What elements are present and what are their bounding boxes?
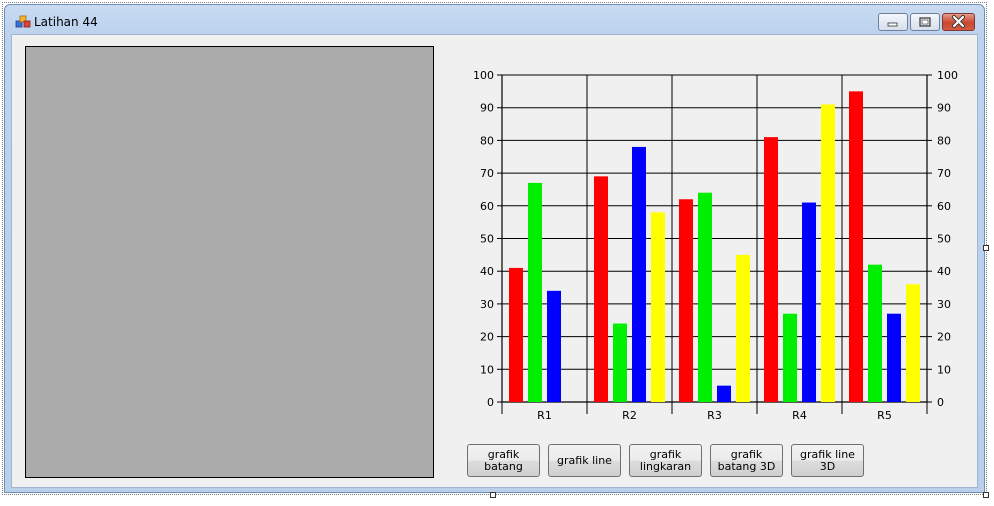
form-client-area: 0 0 10 10 20 20 30 30 40 40 50 50 60 60 70 70 80 80 90 90 10… <box>11 34 978 488</box>
y-tick-label-right: 100 <box>937 69 958 82</box>
y-tick-label-right: 90 <box>937 102 951 115</box>
x-tick-label: R1 <box>537 409 552 422</box>
y-tick-label-right: 70 <box>937 167 951 180</box>
y-tick-label-left: 60 <box>480 200 494 213</box>
bar-r5-series-4 <box>906 284 920 402</box>
x-tick-label: R4 <box>792 409 807 422</box>
y-tick-label-left: 20 <box>480 331 494 344</box>
y-tick-label-left: 30 <box>480 298 494 311</box>
bar-r2-series-4 <box>651 212 665 402</box>
resize-handle-right[interactable] <box>983 245 989 251</box>
y-tick-label-left: 10 <box>480 363 494 376</box>
bar-r2-series-1 <box>594 176 608 402</box>
app-icon <box>15 15 31 28</box>
bar-r5-series-3 <box>887 313 901 402</box>
y-tick-label-left: 70 <box>480 167 494 180</box>
y-tick-label-right: 0 <box>937 396 944 409</box>
y-tick-label-left: 80 <box>480 134 494 147</box>
y-tick-label-left: 100 <box>473 69 494 82</box>
bar-r2-series-3 <box>632 146 646 402</box>
picture-box <box>25 46 434 478</box>
title-bar[interactable]: Latihan 44 <box>5 5 984 35</box>
resize-handle-bottom[interactable] <box>490 492 496 498</box>
minimize-button[interactable] <box>878 13 908 31</box>
y-tick-label-left: 40 <box>480 265 494 278</box>
bar-r4-series-1 <box>764 137 778 402</box>
bar-r3-series-2 <box>698 192 712 402</box>
minimize-icon <box>887 22 898 27</box>
window-title: Latihan 44 <box>34 15 98 29</box>
grafik-batang-3d-button[interactable]: grafik batang 3D <box>710 444 783 477</box>
grafik-line-3d-button[interactable]: grafik line 3D <box>791 444 864 477</box>
y-tick-label-right: 60 <box>937 200 951 213</box>
x-tick-label: R5 <box>877 409 892 422</box>
bar-r3-series-3 <box>717 385 731 402</box>
x-tick-label: R2 <box>622 409 637 422</box>
y-tick-label-right: 20 <box>937 331 951 344</box>
chart-control: 0 0 10 10 20 20 30 30 40 40 50 50 60 60 70 70 80 80 90 90 10… <box>437 50 977 430</box>
y-tick-label-right: 30 <box>937 298 951 311</box>
maximize-button[interactable] <box>910 13 940 31</box>
grafik-lingkaran-button[interactable]: grafik lingkaran <box>629 444 702 477</box>
bar-r2-series-2 <box>613 323 627 402</box>
bar-r1-series-3 <box>547 290 561 402</box>
y-tick-label-left: 0 <box>487 396 494 409</box>
y-tick-label-right: 40 <box>937 265 951 278</box>
maximize-icon <box>919 17 931 27</box>
y-tick-label-right: 10 <box>937 363 951 376</box>
close-button[interactable] <box>942 13 975 31</box>
close-icon <box>952 15 965 28</box>
y-tick-label-left: 50 <box>480 233 494 246</box>
bar-r1-series-1 <box>509 267 523 402</box>
bar-r5-series-1 <box>849 91 863 402</box>
bar-r3-series-4 <box>736 254 750 402</box>
y-tick-label-right: 50 <box>937 233 951 246</box>
x-tick-label: R3 <box>707 409 722 422</box>
chart-svg: 0 0 10 10 20 20 30 30 40 40 50 50 60 60 70 70 80 80 90 90 10… <box>473 69 958 422</box>
y-tick-label-left: 90 <box>480 102 494 115</box>
resize-handle-bottom-right[interactable] <box>983 492 989 498</box>
bar-r1-series-2 <box>528 182 542 402</box>
bar-r4-series-2 <box>783 313 797 402</box>
grafik-batang-button[interactable]: grafik batang <box>467 444 540 477</box>
bar-r4-series-3 <box>802 202 816 402</box>
form-window: Latihan 44 0 0 10 10 20 20 30 30 40 40 50 50 60 60 70 7… <box>4 4 985 493</box>
grafik-line-button[interactable]: grafik line <box>548 444 621 477</box>
bar-r5-series-2 <box>868 264 882 402</box>
bar-r3-series-1 <box>679 199 693 402</box>
bar-r4-series-4 <box>821 104 835 403</box>
y-tick-label-right: 80 <box>937 134 951 147</box>
